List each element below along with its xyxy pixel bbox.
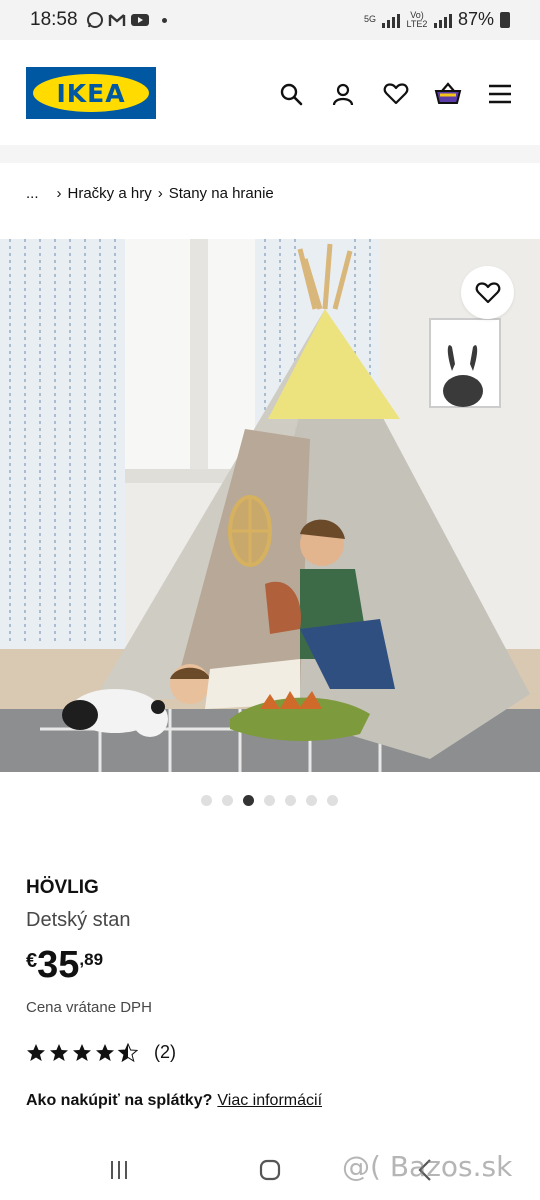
signal-2-icon <box>433 12 452 28</box>
breadcrumb-item-play-tents[interactable]: Stany na hranie <box>169 185 274 202</box>
gmail-icon <box>108 14 126 26</box>
chevron-right-icon: › <box>56 185 62 202</box>
lte-label: Vo) LTE2 <box>406 9 428 29</box>
review-count[interactable]: (2) <box>154 1042 176 1063</box>
more-notifications-icon <box>162 17 167 23</box>
battery-icon <box>500 11 510 28</box>
gallery-dot[interactable] <box>222 795 233 806</box>
logo-oval: IKEA <box>33 74 149 112</box>
installment-question: Ako nakúpiť na splátky? <box>26 1092 213 1109</box>
network-label: 5G <box>363 14 376 24</box>
whatsapp-icon <box>87 12 103 28</box>
status-right: 5G Vo) LTE2 87% <box>364 9 510 30</box>
breadcrumb: ... › Hračky a hry › Stany na hranie <box>26 185 274 202</box>
status-bar: 18:58 5G Vo) LTE2 87% <box>0 0 540 40</box>
site-header: IKEA <box>0 40 540 145</box>
chevron-right-icon: › <box>157 185 163 202</box>
add-to-favourites-button[interactable] <box>461 266 514 319</box>
watermark-text: @( Bazos.sk <box>342 1150 513 1183</box>
battery-percent: 87% <box>457 9 494 29</box>
gallery-pagination <box>201 795 338 806</box>
heart-icon <box>475 281 500 303</box>
notification-icons <box>86 11 167 29</box>
user-icon[interactable] <box>329 80 357 108</box>
home-icon[interactable] <box>255 1157 285 1183</box>
ikea-logo[interactable]: IKEA <box>26 67 156 119</box>
search-icon[interactable] <box>277 80 305 108</box>
gallery-dot[interactable] <box>201 795 212 806</box>
gallery-dot[interactable] <box>264 795 275 806</box>
installment-info: Ako nakúpiť na splátky? Viac informácií <box>26 1092 322 1110</box>
header-divider <box>0 145 540 163</box>
breadcrumb-item-toys[interactable]: Hračky a hry <box>68 185 152 202</box>
logo-text: IKEA <box>56 78 126 108</box>
signal-icon <box>381 12 400 28</box>
price-decimal: ,89 <box>79 950 104 969</box>
price-integer: 35 <box>37 944 80 986</box>
product-description: Detský stan <box>26 909 131 931</box>
menu-icon[interactable] <box>486 80 514 108</box>
vat-note: Cena vrátane DPH <box>26 999 152 1016</box>
product-image[interactable] <box>0 239 540 772</box>
gallery-dot[interactable] <box>285 795 296 806</box>
heart-icon[interactable] <box>382 80 410 108</box>
product-rating[interactable]: (2) <box>26 1042 176 1063</box>
gallery-dot-active[interactable] <box>243 795 254 806</box>
youtube-icon <box>131 14 149 26</box>
more-info-link[interactable]: Viac informácií <box>217 1092 322 1109</box>
price-currency: € <box>26 950 38 972</box>
gallery-dot[interactable] <box>327 795 338 806</box>
product-price: €35,89 <box>26 944 103 987</box>
status-time: 18:58 <box>30 9 78 30</box>
star-rating-icon <box>27 1043 138 1061</box>
recent-apps-icon[interactable] <box>104 1157 134 1183</box>
breadcrumb-ellipsis[interactable]: ... <box>26 185 39 202</box>
gallery-dot[interactable] <box>306 795 317 806</box>
product-name: HÖVLIG <box>26 877 99 898</box>
cart-icon[interactable] <box>434 80 462 108</box>
